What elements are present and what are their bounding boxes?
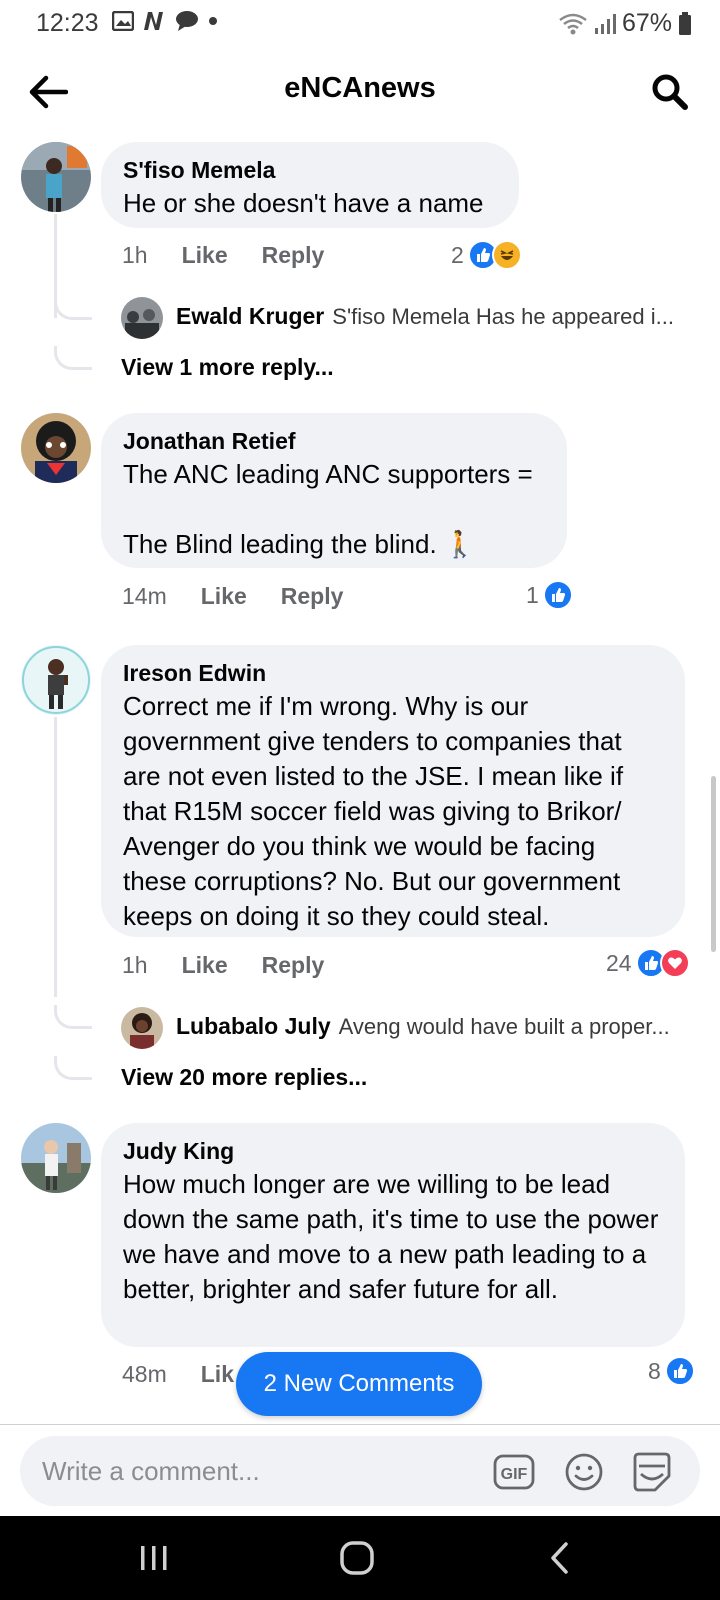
reaction-summary[interactable]: 24 [606,948,690,978]
home-button[interactable] [327,1534,387,1582]
comment-actions: 14m Like Reply [122,583,377,610]
reply-text: Aveng would have built a proper... [338,1013,670,1039]
avatar[interactable] [21,1123,91,1193]
comment-author[interactable]: Ireson Edwin [123,657,663,689]
comment-text: Correct me if I'm wrong. Why is our gove… [123,691,631,931]
back-nav-icon [551,1542,568,1574]
comment-bubble[interactable]: Judy King How much longer are we willing… [101,1123,685,1347]
like-button[interactable]: Like [182,242,228,269]
love-reaction-icon [659,948,690,978]
comment-text: How much longer are we willing to be lea… [123,1169,666,1304]
system-nav-bar [0,1516,720,1600]
reply-author[interactable]: Ewald Kruger [176,303,324,330]
reply-preview[interactable]: Lubabalo July Aveng would have built a p… [176,1013,670,1040]
status-notification-icons [112,10,218,32]
reaction-summary[interactable]: 1 [526,580,573,610]
view-more-replies[interactable]: View 1 more reply... [121,354,334,381]
status-right-group: 67% [558,9,692,38]
new-comments-button[interactable]: 2 New Comments [236,1352,482,1416]
app-header: eNCAnews [0,52,720,132]
gallery-icon [112,11,134,31]
comment-author[interactable]: Jonathan Retief [123,425,545,457]
reply-preview[interactable]: Ewald Kruger S'fiso Memela Has he appear… [176,303,674,330]
battery-icon [679,11,691,35]
back-nav-button[interactable] [530,1534,590,1582]
view-more-replies[interactable]: View 20 more replies... [121,1064,367,1091]
search-button[interactable] [646,68,694,116]
avatar[interactable] [21,142,91,212]
like-reaction-icon [664,1356,695,1386]
comment-input[interactable] [42,1450,482,1492]
comment-composer: GIF [20,1436,700,1506]
netflix-n-icon [144,12,163,30]
like-button[interactable]: Lik [201,1361,234,1388]
reaction-count: 1 [526,581,539,608]
avatar[interactable] [21,413,91,483]
like-button[interactable]: Like [182,952,228,979]
comment-time: 1h [122,952,148,978]
avatar[interactable] [121,297,163,339]
battery-percent: 67% [621,9,672,37]
sticker-icon [633,1452,671,1492]
reaction-summary[interactable]: 8 [648,1356,695,1386]
comment-actions: 1h Like Reply [122,952,358,979]
chat-bubble-icon [176,11,198,31]
dot-icon [209,17,217,25]
comment-bubble[interactable]: Ireson Edwin Correct me if I'm wrong. Wh… [101,645,685,937]
reaction-count: 2 [451,241,464,268]
reply-button[interactable]: Reply [262,242,325,269]
like-button[interactable]: Like [201,583,247,610]
reply-text: S'fiso Memela Has he appeared i... [332,303,674,329]
thread-line [54,717,57,997]
reply-author[interactable]: Lubabalo July [176,1013,331,1040]
haha-reaction-icon [491,240,522,270]
recents-icon [141,1546,167,1570]
status-bar: 12:23 67% [0,0,720,44]
like-reaction-icon [542,580,573,610]
comment-time: 48m [122,1361,167,1387]
status-time: 12:23 [36,9,99,37]
thread-connector [54,1056,92,1080]
svg-text:GIF: GIF [501,1466,528,1483]
page-title: eNCAnews [284,72,436,104]
reply-button[interactable]: Reply [262,952,325,979]
reaction-count: 24 [606,949,632,976]
sticker-button[interactable] [630,1450,674,1494]
gif-icon: GIF [493,1454,535,1490]
comment-time: 1h [122,242,148,268]
thread-connector [54,296,92,320]
wifi-icon [559,13,587,34]
home-icon [340,1541,374,1575]
reply-button[interactable]: Reply [281,583,344,610]
signal-icon [594,13,616,34]
comment-text: The ANC leading ANC supporters = The Bli… [123,459,533,559]
comment-bubble[interactable]: S'fiso Memela He or she doesn't have a n… [101,142,519,228]
reaction-summary[interactable]: 2 [451,240,522,270]
comment-actions: 1h Like Reply [122,242,358,269]
scrollbar[interactable] [711,776,716,952]
emoji-icon [565,1453,603,1491]
comment-text: He or she doesn't have a name [123,188,484,218]
reaction-count: 8 [648,1357,661,1384]
comment-bubble[interactable]: Jonathan Retief The ANC leading ANC supp… [101,413,567,568]
thread-connector [54,346,92,370]
divider [0,1424,720,1425]
avatar[interactable] [121,1007,163,1049]
comment-author[interactable]: Judy King [123,1135,663,1167]
recents-button[interactable] [124,1534,184,1582]
thread-connector [54,1005,92,1029]
gif-button[interactable]: GIF [492,1450,536,1494]
avatar[interactable] [21,645,91,715]
emoji-button[interactable] [562,1450,606,1494]
comment-author[interactable]: S'fiso Memela [123,154,497,186]
comment-time: 14m [122,583,167,609]
search-icon [652,74,688,110]
